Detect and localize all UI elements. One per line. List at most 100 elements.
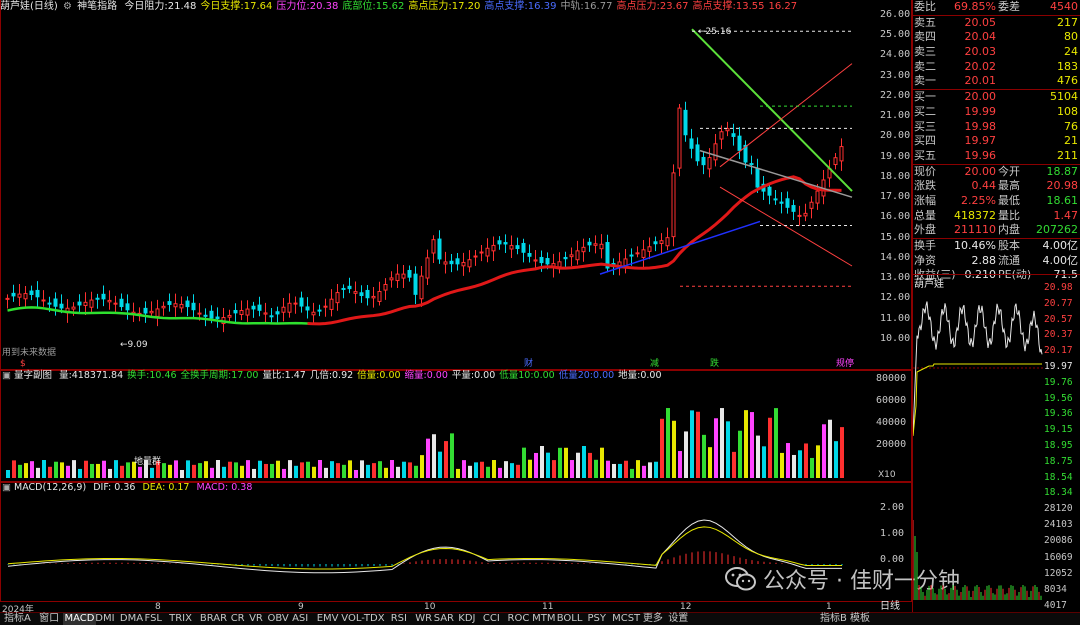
date-tick: 11 — [542, 602, 554, 612]
tab-指标B[interactable]: 指标B — [818, 613, 849, 625]
tab-vr[interactable]: VR — [247, 613, 265, 625]
quote-table: 委比 69.85% 委差 4540 卖五 20.05 217 卖四 20.04 80 卖三 20.03… — [912, 0, 1080, 283]
candle — [239, 300, 244, 321]
intraday-price-tick: 20.77 — [1044, 297, 1073, 309]
event-mark[interactable]: 减 — [650, 357, 659, 369]
tab-psy[interactable]: PSY — [586, 613, 609, 625]
price-tick: 20.00 — [880, 130, 911, 142]
weibi-label: 委比 — [914, 0, 936, 13]
sell-price: 20.03 — [964, 45, 997, 59]
intraday-price-tick: 19.15 — [1044, 424, 1073, 436]
tab-fsl[interactable]: FSL — [143, 613, 165, 625]
price-tick: 16.00 — [880, 211, 911, 223]
expand-icon[interactable]: ▣ — [2, 482, 11, 493]
volume-bar — [360, 460, 364, 478]
candle — [131, 302, 136, 323]
sell-label: 卖五 — [914, 15, 936, 29]
volume-bar — [684, 431, 688, 478]
tab-窗口[interactable]: 窗口 — [37, 613, 61, 625]
tab-cr[interactable]: CR — [229, 613, 247, 625]
tab-boll[interactable]: BOLL — [555, 613, 585, 625]
date-tick: 9 — [298, 602, 304, 612]
intraday-price-tick: 20.17 — [1044, 345, 1073, 357]
price-tick: 10.00 — [880, 332, 911, 344]
fund-label: 净资 — [914, 253, 936, 267]
expand-icon[interactable]: ▣ — [2, 370, 11, 381]
candle — [323, 298, 328, 317]
event-mark[interactable]: 跌 — [710, 358, 719, 369]
tab-asi[interactable]: ASI — [290, 613, 310, 625]
volume-item-label: 几倍: — [309, 370, 333, 381]
tab-macd[interactable]: MACD — [62, 613, 97, 625]
volume-bar — [732, 451, 736, 478]
buy-volume: 108 — [1057, 104, 1078, 118]
volume-bar — [774, 408, 778, 478]
event-mark[interactable]: $ — [20, 359, 26, 369]
volume-item: 低量10:0.00 — [499, 370, 554, 381]
macd-tick: 1.00 — [880, 528, 905, 539]
buy-level: 买三 19.98 76 — [912, 120, 1080, 135]
tab-mtm[interactable]: MTM — [530, 613, 557, 625]
tab-roc[interactable]: ROC — [506, 613, 532, 625]
buy-level: 买五 19.96 211 — [912, 149, 1080, 164]
buy-level: 买四 19.97 21 — [912, 134, 1080, 149]
tab-trix[interactable]: TRIX — [167, 613, 194, 625]
tab-emv[interactable]: EMV — [315, 613, 341, 625]
tab-rsi[interactable]: RSI — [389, 613, 409, 625]
intraday-volume-tick: 16069 — [1044, 551, 1073, 563]
tab-dma[interactable]: DMA — [118, 613, 145, 625]
tab-obv[interactable]: OBV — [266, 613, 291, 625]
event-mark[interactable]: 规停 — [836, 357, 854, 369]
sell-label: 卖一 — [914, 74, 936, 88]
tab-kdj[interactable]: KDJ — [456, 613, 477, 625]
stat-row: 外盘 211110 内盘 207262 — [912, 223, 1080, 238]
volume-bar — [84, 460, 88, 478]
tab-brar[interactable]: BRAR — [198, 613, 229, 625]
volume-bar — [180, 469, 184, 478]
tab-更多[interactable]: 更多 — [641, 613, 665, 625]
tab-cci[interactable]: CCI — [481, 613, 502, 625]
volume-bar — [258, 460, 262, 478]
macd-indicator-name[interactable]: MACD(12,26,9) — [14, 482, 86, 493]
volume-bar — [90, 463, 94, 478]
right-panel-tab[interactable]: 日线 — [880, 601, 912, 612]
tab-sar[interactable]: SAR — [432, 613, 456, 625]
candle — [281, 298, 286, 322]
tab-设置[interactable]: 设置 — [666, 613, 690, 625]
volume-indicator-name[interactable]: 量字副图 — [14, 370, 52, 381]
sell-level: 卖四 20.04 80 — [912, 30, 1080, 45]
volume-bar — [288, 460, 292, 478]
volume-item: 平量:0.00 — [452, 370, 495, 381]
tab-vol-tdx[interactable]: VOL-TDX — [339, 613, 386, 625]
tab-指标a[interactable]: 指标A — [2, 613, 33, 625]
price-tick: 23.00 — [880, 69, 911, 81]
candle — [431, 235, 436, 264]
macd-value: MACD: 0.38 — [196, 482, 253, 493]
volume-bar — [558, 447, 562, 478]
sell-price: 20.05 — [964, 15, 997, 29]
tab-模板[interactable]: 模板 — [848, 613, 872, 625]
volume-bar — [228, 461, 232, 478]
candle — [53, 292, 58, 316]
tab-dmi[interactable]: DMI — [93, 613, 116, 625]
stat-label: 总量 — [914, 208, 936, 222]
dea-line — [7, 526, 842, 570]
candle — [161, 301, 166, 316]
buy-level: 买二 19.99 108 — [912, 105, 1080, 120]
channel-line — [719, 63, 853, 168]
volume-tick: 40000 — [876, 417, 907, 428]
candle — [347, 277, 352, 294]
candle — [35, 281, 40, 307]
event-mark[interactable]: 财 — [524, 357, 533, 369]
sell-volume: 217 — [1057, 15, 1078, 29]
tab-mcst[interactable]: MCST — [610, 613, 642, 625]
candle — [665, 227, 670, 251]
buy-price: 19.98 — [964, 119, 997, 133]
sell-level: 卖二 20.02 183 — [912, 60, 1080, 75]
candle — [785, 191, 790, 214]
candle — [581, 238, 586, 262]
candle — [713, 134, 718, 167]
price-chart[interactable]: ←25.16 ←9.09 用到未来数据$ 财 减 跌 规停 — [0, 14, 876, 370]
volume-bar — [126, 462, 130, 478]
candle — [191, 294, 196, 319]
